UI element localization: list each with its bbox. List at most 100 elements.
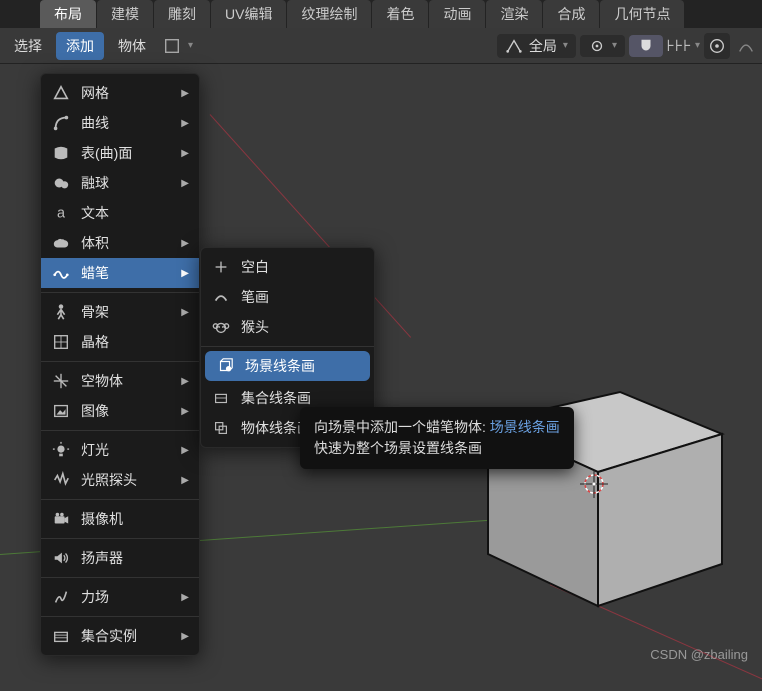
add-menu-item[interactable]: 骨架 ▶ (41, 297, 199, 327)
add-menu-item[interactable]: 灯光▶ (41, 435, 199, 465)
orientation-dropdown[interactable]: 全局 ▾ (497, 34, 576, 58)
menu-item-label: 笔画 (241, 287, 364, 307)
tooltip: 向场景中添加一个蜡笔物体: 场景线条画 快速为整个场景设置线条画 (300, 407, 574, 469)
add-menu-item[interactable]: 图像▶ (41, 396, 199, 426)
menu-item-label: 光照探头 (81, 470, 171, 490)
menu-item-label: 网格 (81, 83, 171, 103)
workspace-tab[interactable]: 几何节点 (600, 0, 684, 28)
menu-item-label: 场景线条画 (245, 356, 360, 376)
gpencil-menu-item[interactable]: 笔画 (201, 282, 374, 312)
chevron-right-icon: ▶ (181, 376, 189, 387)
workspace-tab[interactable]: UV编辑 (211, 0, 286, 28)
add-menu-item[interactable]: 网格 ▶ (41, 78, 199, 108)
force-icon (51, 587, 71, 607)
menu-item-label: 摄像机 (81, 509, 189, 529)
add-menu-popup: 网格▶曲线▶表(曲)面▶融球▶a文本体积▶蜡笔▶骨架▶晶格空物体▶图像▶灯光▶光… (40, 73, 200, 656)
falloff-icon[interactable] (734, 34, 758, 58)
add-menu-item[interactable]: 空物体▶ (41, 366, 199, 396)
camera-icon (51, 509, 71, 529)
proportional-icon (708, 37, 726, 55)
menu-item-label: 融球 (81, 173, 171, 193)
chevron-right-icon: ▶ (181, 445, 189, 456)
orientation-label: 全局 (529, 36, 557, 56)
monkey-icon (211, 317, 231, 337)
add-menu-item[interactable]: 表(曲)面▶ (41, 138, 199, 168)
menu-item-label: 曲线 (81, 113, 171, 133)
lattice-icon (51, 332, 71, 352)
add-menu-item[interactable]: 晶格 (41, 327, 199, 357)
menu-item-label: 体积 (81, 233, 171, 253)
metaball-icon (51, 173, 71, 193)
snap-toggle[interactable] (629, 35, 663, 57)
workspace-tab[interactable]: 建模 (97, 0, 153, 28)
blank-icon (211, 257, 231, 277)
magnet-icon (637, 37, 655, 55)
lineart-icon (215, 356, 235, 376)
surface-icon (51, 143, 71, 163)
menu-item-label: 猴头 (241, 317, 364, 337)
add-menu-item[interactable]: 光照探头 ▶ (41, 465, 199, 495)
chevron-right-icon: ▶ (181, 307, 189, 318)
light-icon (51, 440, 71, 460)
stroke-icon (211, 287, 231, 307)
add-menu-item[interactable]: 集合实例 ▶ (41, 621, 199, 651)
volume-icon (51, 233, 71, 253)
menu-item-label: 骨架 (81, 302, 171, 322)
chevron-right-icon: ▶ (181, 178, 189, 189)
cursor-3d-icon (578, 468, 610, 500)
header-toolbar: 选择 添加 物体 ▾ 全局 ▾ ▾ ⊦⊦⊦ ▾ (0, 28, 762, 64)
menu-item-label: 集合实例 (81, 626, 171, 646)
tooltip-line2: 快速为整个场景设置线条画 (314, 438, 560, 459)
menu-item-label: 扬声器 (81, 548, 189, 568)
workspace-tab[interactable]: 布局 (40, 0, 96, 28)
gpencil-menu-item[interactable]: 空白 (201, 252, 374, 282)
orientation-icon (505, 37, 523, 55)
select-menu[interactable]: 选择 (4, 32, 52, 60)
gpencil-menu-item[interactable]: 场景线条画 (205, 351, 370, 381)
menu-item-label: 力场 (81, 587, 171, 607)
workspace-tab[interactable]: 合成 (543, 0, 599, 28)
triangle-icon (51, 83, 71, 103)
menu-item-label: 图像 (81, 401, 171, 421)
workspace-tab[interactable]: 动画 (429, 0, 485, 28)
lineart2-icon (211, 388, 231, 408)
lightprobe-icon (51, 470, 71, 490)
object-menu[interactable]: 物体 (108, 32, 156, 60)
svg-text:a: a (57, 206, 65, 222)
menu-item-label: 空白 (241, 257, 364, 277)
chevron-right-icon: ▶ (181, 631, 189, 642)
tooltip-line1: 向场景中添加一个蜡笔物体: (314, 419, 490, 435)
menu-item-label: 文本 (81, 203, 189, 223)
snap-increment-icon[interactable]: ⊦⊦⊦ (667, 34, 691, 58)
add-menu-item[interactable]: 力场▶ (41, 582, 199, 612)
pivot-dropdown[interactable]: ▾ (580, 35, 625, 57)
workspace-tab[interactable]: 纹理绘制 (287, 0, 371, 28)
chevron-right-icon: ▶ (181, 475, 189, 486)
add-menu-item[interactable]: 曲线▶ (41, 108, 199, 138)
chevron-right-icon: ▶ (181, 88, 189, 99)
workspace-tab[interactable]: 渲染 (486, 0, 542, 28)
add-menu-item[interactable]: 融球 ▶ (41, 168, 199, 198)
menu-item-label: 晶格 (81, 332, 189, 352)
add-menu-item[interactable]: 摄像机 (41, 504, 199, 534)
proportional-edit-toggle[interactable] (704, 33, 730, 59)
pivot-icon (588, 37, 606, 55)
armature-icon (51, 302, 71, 322)
text-icon: a (51, 203, 71, 223)
workspace-tab[interactable]: 着色 (372, 0, 428, 28)
edit-mode-icon[interactable] (160, 34, 184, 58)
collection-icon (51, 626, 71, 646)
empty-icon (51, 371, 71, 391)
add-menu-item[interactable]: 蜡笔▶ (41, 258, 199, 288)
add-menu-item[interactable]: a 文本 (41, 198, 199, 228)
gpencil-menu-item[interactable]: 猴头 (201, 312, 374, 342)
add-menu-item[interactable]: 扬声器 (41, 543, 199, 573)
workspace-tab[interactable]: 雕刻 (154, 0, 210, 28)
curve-icon (51, 113, 71, 133)
add-menu-item[interactable]: 体积 ▶ (41, 228, 199, 258)
add-menu-button[interactable]: 添加 (56, 32, 104, 60)
menu-item-label: 表(曲)面 (81, 143, 171, 163)
workspace-tabs: 布局建模雕刻UV编辑纹理绘制着色动画渲染合成几何节点 (0, 0, 762, 28)
chevron-right-icon: ▶ (181, 268, 189, 279)
chevron-right-icon: ▶ (181, 238, 189, 249)
